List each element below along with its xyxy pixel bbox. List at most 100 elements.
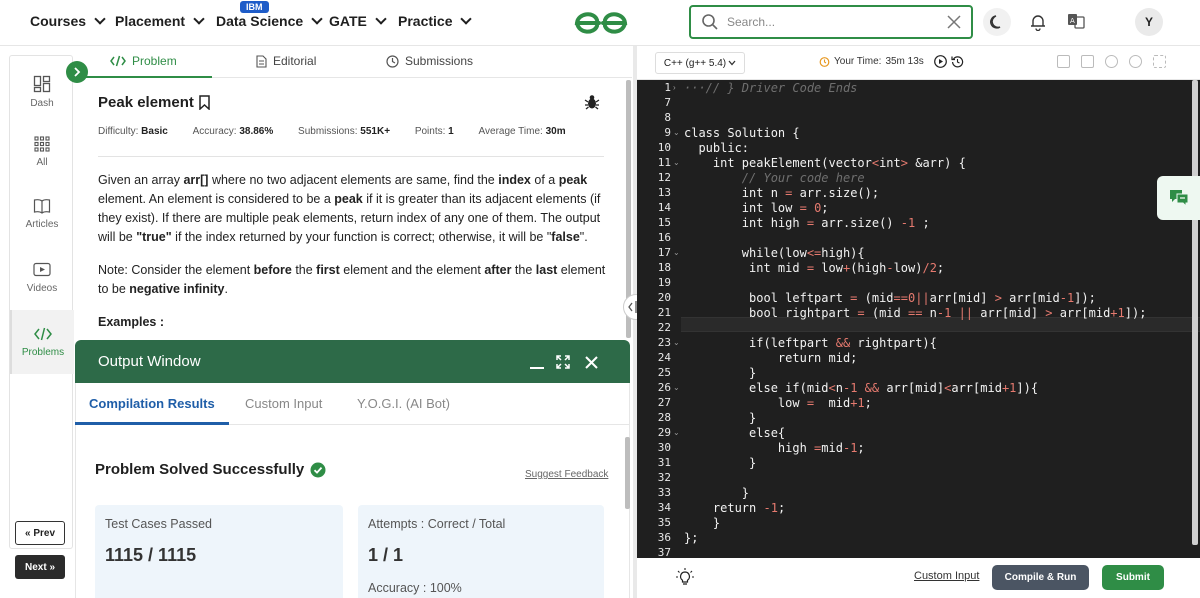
tab-compilation-results[interactable]: Compilation Results bbox=[89, 396, 215, 411]
dark-mode-toggle[interactable] bbox=[983, 8, 1011, 36]
nav-courses[interactable]: Courses bbox=[30, 13, 106, 29]
translate-button[interactable]: A bbox=[1065, 10, 1087, 32]
play-icon[interactable] bbox=[933, 55, 947, 68]
next-button[interactable]: Next » bbox=[15, 555, 65, 579]
line-number: 17 bbox=[657, 246, 671, 259]
nav-practice[interactable]: Practice bbox=[398, 13, 473, 29]
submit-button[interactable]: Submit bbox=[1102, 565, 1164, 590]
code-line[interactable]: public: bbox=[684, 141, 749, 155]
reset-icon[interactable] bbox=[1129, 55, 1142, 68]
bug-report-icon[interactable] bbox=[584, 94, 600, 110]
upload-icon[interactable] bbox=[1081, 55, 1094, 68]
problem-note: Note: Consider the element before the fi… bbox=[98, 263, 606, 296]
code-line[interactable]: } bbox=[684, 411, 756, 425]
code-line[interactable]: }; bbox=[684, 531, 698, 545]
custom-input-link[interactable]: Custom Input bbox=[914, 570, 979, 582]
code-line[interactable]: // Your code here bbox=[684, 171, 865, 185]
tab-submissions[interactable]: Submissions bbox=[386, 54, 473, 68]
code-line[interactable]: } bbox=[684, 456, 756, 470]
translate-icon: A bbox=[1068, 14, 1085, 29]
notifications-button[interactable] bbox=[1025, 8, 1051, 36]
points-value: 1 bbox=[448, 126, 454, 137]
problem-panel: Peak element Difficulty: Basic Accuracy:… bbox=[76, 78, 632, 340]
output-tabs: Compilation Results Custom Input Y.O.G.I… bbox=[75, 383, 630, 425]
editor-scrollbar[interactable] bbox=[1192, 80, 1198, 545]
settings-icon[interactable] bbox=[1105, 55, 1118, 68]
code-line[interactable]: if(leftpart && rightpart){ bbox=[684, 336, 937, 350]
code-line[interactable]: else{ bbox=[684, 426, 785, 440]
fold-toggle-icon[interactable]: ⌄ bbox=[673, 338, 680, 347]
clear-icon[interactable] bbox=[947, 15, 961, 29]
svg-text:A: A bbox=[1070, 17, 1075, 25]
code-icon bbox=[110, 55, 126, 67]
tab-yogi-ai-bot[interactable]: Y.O.G.I. (AI Bot) bbox=[357, 396, 450, 411]
code-line[interactable]: int peakElement(vector<int> &arr) { bbox=[684, 156, 966, 170]
code-line[interactable]: bool leftpart = (mid==0||arr[mid] > arr[… bbox=[684, 291, 1096, 305]
chat-button[interactable] bbox=[1157, 176, 1200, 220]
minimize-icon[interactable] bbox=[529, 360, 545, 370]
line-number: 11 bbox=[657, 156, 671, 169]
tab-problem[interactable]: Problem bbox=[110, 54, 177, 68]
bookmark-icon[interactable] bbox=[198, 95, 211, 110]
code-line[interactable]: return -1; bbox=[684, 501, 785, 515]
difficulty-label: Difficulty: bbox=[98, 126, 139, 137]
output-body: Problem Solved Successfully Suggest Feed… bbox=[75, 425, 630, 598]
language-select[interactable]: C++ (g++ 5.4) bbox=[655, 52, 745, 74]
nav-gate[interactable]: GATE bbox=[329, 13, 387, 29]
code-line[interactable]: class Solution { bbox=[684, 126, 800, 140]
code-line[interactable]: ···// } Driver Code Ends bbox=[684, 81, 857, 95]
rail-item-articles[interactable]: Articles bbox=[10, 184, 74, 244]
code-line[interactable]: int n = arr.size(); bbox=[684, 186, 879, 200]
nav-placement[interactable]: Placement bbox=[115, 13, 205, 29]
nav-data-science[interactable]: Data Science bbox=[216, 13, 323, 29]
reset-timer-icon[interactable] bbox=[951, 55, 964, 68]
code-line[interactable]: bool rightpart = (mid == n-1 || arr[mid]… bbox=[684, 306, 1146, 320]
code-editor[interactable]: 1 › ···// } Driver Code Ends 7 8 9 ⌄ class Solu… bbox=[637, 80, 1200, 558]
fold-toggle-icon[interactable]: ⌄ bbox=[673, 428, 680, 437]
fold-toggle-icon[interactable]: ⌄ bbox=[673, 383, 680, 392]
fold-toggle-icon[interactable]: ⌄ bbox=[673, 248, 680, 257]
code-line[interactable]: return mid; bbox=[684, 351, 857, 365]
code-line[interactable]: } bbox=[684, 366, 756, 380]
search-box[interactable] bbox=[689, 5, 973, 39]
compile-run-button[interactable]: Compile & Run bbox=[992, 565, 1089, 590]
line-number: 25 bbox=[657, 366, 671, 379]
code-line[interactable]: else if(mid<n-1 && arr[mid]<arr[mid+1]){ bbox=[684, 381, 1038, 395]
tab-custom-input[interactable]: Custom Input bbox=[245, 396, 322, 411]
rail-item-problems[interactable]: Problems bbox=[10, 310, 74, 374]
tab-editorial-label: Editorial bbox=[273, 54, 317, 68]
code-line[interactable]: int high = arr.size() -1 ; bbox=[684, 216, 930, 230]
code-line[interactable]: high =mid-1; bbox=[684, 441, 865, 455]
fullscreen-icon[interactable] bbox=[1153, 55, 1166, 68]
tab-problem-label: Problem bbox=[132, 54, 177, 68]
points: Points: 1 bbox=[415, 126, 454, 137]
fold-toggle-icon[interactable]: ⌄ bbox=[673, 158, 680, 167]
line-number: 8 bbox=[664, 111, 671, 124]
fold-toggle-icon[interactable]: ⌄ bbox=[673, 128, 680, 137]
code-line[interactable]: int mid = low+(high-low)/2; bbox=[684, 261, 944, 275]
problem-title-row: Peak element bbox=[98, 94, 211, 111]
line-number: 19 bbox=[657, 276, 671, 289]
rail-item-dash[interactable]: Dash bbox=[10, 62, 74, 122]
fold-toggle-icon[interactable]: › bbox=[673, 83, 676, 92]
code-line[interactable]: } bbox=[684, 516, 720, 530]
code-line[interactable]: while(low<=high){ bbox=[684, 246, 865, 260]
prev-button[interactable]: « Prev bbox=[15, 521, 65, 545]
code-line[interactable]: low = mid+1; bbox=[684, 396, 872, 410]
language-select-value: C++ (g++ 5.4) bbox=[663, 57, 727, 69]
line-number: 15 bbox=[657, 216, 671, 229]
rail-item-all[interactable]: All bbox=[10, 122, 74, 182]
hint-bulb-icon[interactable] bbox=[675, 567, 695, 587]
rail-item-videos[interactable]: Videos bbox=[10, 248, 74, 308]
code-line[interactable]: } bbox=[684, 486, 749, 500]
avatar[interactable]: Y bbox=[1135, 8, 1163, 36]
expand-icon[interactable] bbox=[556, 355, 570, 369]
site-logo[interactable] bbox=[573, 6, 629, 38]
output-scrollbar[interactable] bbox=[625, 437, 630, 509]
tab-editorial[interactable]: Editorial bbox=[256, 54, 316, 68]
close-icon[interactable] bbox=[585, 356, 598, 369]
copy-icon[interactable] bbox=[1057, 55, 1070, 68]
code-line[interactable]: int low = 0; bbox=[684, 201, 829, 215]
search-input[interactable] bbox=[727, 15, 927, 29]
suggest-feedback-link[interactable]: Suggest Feedback bbox=[525, 469, 608, 480]
